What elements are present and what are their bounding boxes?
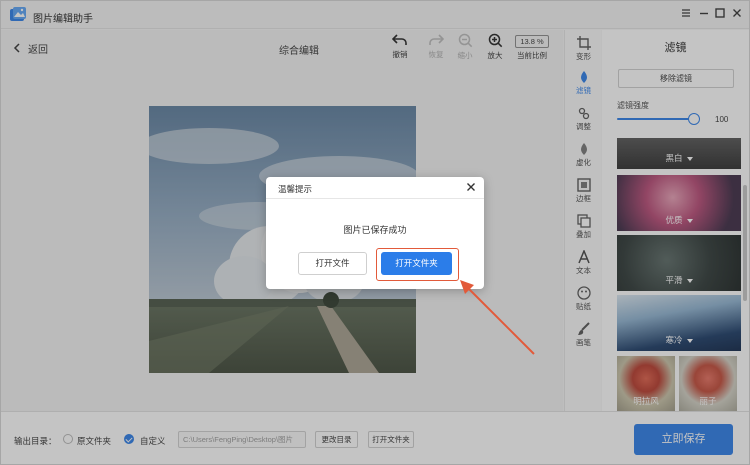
- highlight-box: [376, 248, 459, 281]
- open-file-button[interactable]: 打开文件: [298, 252, 367, 275]
- dialog-title: 温馨提示: [278, 184, 313, 194]
- dialog-close-icon[interactable]: [465, 182, 477, 194]
- dialog-message: 图片已保存成功: [343, 225, 407, 235]
- dialog-header: 温馨提示: [266, 177, 484, 199]
- annotation-arrow-icon: [460, 280, 535, 355]
